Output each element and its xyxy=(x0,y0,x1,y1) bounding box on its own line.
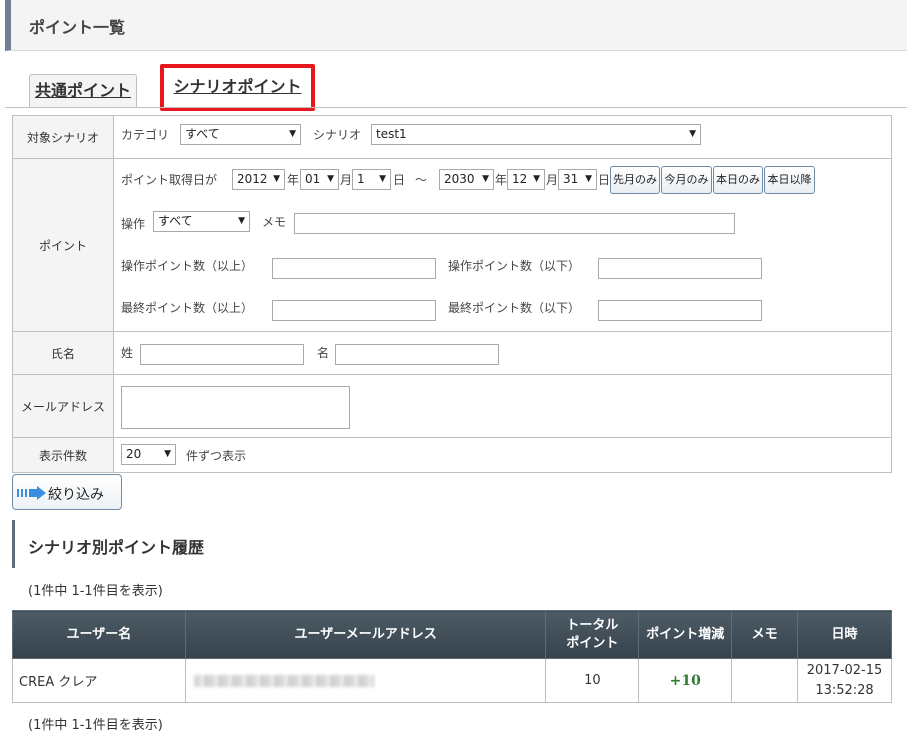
final-points-min-label: 最終ポイント数（以上） xyxy=(121,301,254,315)
tab-scenario-points[interactable]: シナリオポイント xyxy=(160,64,315,111)
memo-input[interactable] xyxy=(294,213,735,234)
last-name-input[interactable] xyxy=(140,344,304,365)
chevron-down-icon: ▼ xyxy=(533,174,540,184)
cell-memo xyxy=(731,658,799,703)
col-datetime: 日時 xyxy=(797,610,892,659)
final-points-max-input[interactable] xyxy=(598,300,762,321)
from-day-select[interactable]: 1 ▼ xyxy=(352,169,391,190)
this-month-button[interactable]: 今月のみ xyxy=(661,166,712,194)
col-point-delta: ポイント増減 xyxy=(638,610,733,659)
from-month-select[interactable]: 01 ▼ xyxy=(300,169,339,190)
chevron-down-icon: ▼ xyxy=(164,449,171,459)
page-title: ポイント一覧 xyxy=(29,18,126,37)
cell-total-points: 10 xyxy=(545,658,640,703)
scenario-row-value: カテゴリ すべて ▼ シナリオ test1 ▼ xyxy=(113,115,892,159)
today-only-button[interactable]: 本日のみ xyxy=(713,166,763,194)
chevron-down-icon: ▼ xyxy=(273,174,280,184)
category-label: カテゴリ xyxy=(121,128,170,142)
final-points-min-input[interactable] xyxy=(272,300,436,321)
name-row-value: 姓 名 xyxy=(113,331,892,375)
chevron-down-icon: ▼ xyxy=(689,129,696,139)
email-textarea[interactable] xyxy=(121,386,350,429)
display-count-row-value: 20 ▼ 件ずつ表示 xyxy=(113,437,892,473)
to-year-select[interactable]: 2030 ▼ xyxy=(439,169,494,190)
col-total-points: トータル ポイント xyxy=(545,610,640,659)
op-points-max-input[interactable] xyxy=(598,258,762,279)
final-points-max-label: 最終ポイント数（以下） xyxy=(448,301,581,315)
cell-datetime: 2017-02-15 13:52:28 xyxy=(797,658,892,703)
scenario-select[interactable]: test1 ▼ xyxy=(371,124,701,145)
results-header-row: ユーザー名 ユーザーメールアドレス トータル ポイント ポイント増減 メモ 日時 xyxy=(12,610,892,659)
section-title: シナリオ別ポイント履歴 xyxy=(28,538,205,557)
results-table: ユーザー名 ユーザーメールアドレス トータル ポイント ポイント増減 メモ 日時 … xyxy=(12,610,892,703)
scenario-label: シナリオ xyxy=(313,128,362,142)
category-select[interactable]: すべて ▼ xyxy=(180,124,301,145)
display-count-suffix: 件ずつ表示 xyxy=(186,449,247,463)
acquired-date-label: ポイント取得日が xyxy=(121,173,218,187)
arrow-right-icon xyxy=(17,486,46,500)
chevron-down-icon: ▼ xyxy=(289,129,296,139)
chevron-down-icon: ▼ xyxy=(585,174,592,184)
email-row-label: メールアドレス xyxy=(12,374,114,438)
operation-select[interactable]: すべて ▼ xyxy=(153,211,250,232)
search-form: 対象シナリオ カテゴリ すべて ▼ シナリオ test1 ▼ ポイント ポイント取得… xyxy=(12,115,892,473)
point-row-label: ポイント xyxy=(12,158,114,332)
tab-bar: 共通ポイント シナリオポイント xyxy=(0,64,907,111)
tab-divider xyxy=(5,107,907,108)
range-tilde: ～ xyxy=(415,173,428,187)
to-day-select[interactable]: 31 ▼ xyxy=(558,169,597,190)
table-row: CREA クレア 10 +10 2017-02-15 13:52:28 xyxy=(12,658,892,703)
year-unit: 年 xyxy=(287,173,300,187)
to-month-select[interactable]: 12 ▼ xyxy=(507,169,545,190)
cell-email xyxy=(184,658,547,703)
first-name-label: 名 xyxy=(317,346,330,360)
last-month-button[interactable]: 先月のみ xyxy=(610,166,660,194)
col-user-name: ユーザー名 xyxy=(12,610,186,659)
op-points-min-label: 操作ポイント数（以上） xyxy=(121,259,254,273)
op-points-min-input[interactable] xyxy=(272,258,436,279)
operation-label: 操作 xyxy=(121,217,146,231)
redacted-email xyxy=(193,674,374,687)
display-count-row-label: 表示件数 xyxy=(12,437,114,473)
op-points-max-label: 操作ポイント数（以下） xyxy=(448,259,581,273)
section-header: シナリオ別ポイント履歴 xyxy=(12,520,907,568)
first-name-input[interactable] xyxy=(335,344,499,365)
chevron-down-icon: ▼ xyxy=(482,174,489,184)
year-unit: 年 xyxy=(495,173,508,187)
tab-common-points[interactable]: 共通ポイント xyxy=(29,74,137,108)
cell-point-delta: +10 xyxy=(638,658,733,703)
month-unit: 月 xyxy=(546,173,559,187)
name-row-label: 氏名 xyxy=(12,331,114,375)
col-memo: メモ xyxy=(731,610,799,659)
result-count-bottom: (1件中 1-1件目を表示) xyxy=(28,718,163,733)
day-unit: 日 xyxy=(598,173,611,187)
display-count-select[interactable]: 20 ▼ xyxy=(121,444,176,465)
col-email: ユーザーメールアドレス xyxy=(184,610,547,659)
chevron-down-icon: ▼ xyxy=(379,174,386,184)
month-unit: 月 xyxy=(340,173,353,187)
cell-user-name: CREA クレア xyxy=(12,658,186,703)
today-onward-button[interactable]: 本日以降 xyxy=(764,166,815,194)
chevron-down-icon: ▼ xyxy=(327,174,334,184)
result-count-top: (1件中 1-1件目を表示) xyxy=(28,584,163,599)
page-header: ポイント一覧 xyxy=(5,0,907,51)
scenario-row-label: 対象シナリオ xyxy=(12,115,114,159)
last-name-label: 姓 xyxy=(121,346,134,360)
point-row-value: ポイント取得日が 2012 ▼ 年 01 ▼ 月 1 ▼ 日 ～ 2030 ▼ 年 12… xyxy=(113,158,892,332)
day-unit: 日 xyxy=(393,173,406,187)
memo-label: メモ xyxy=(262,215,287,229)
filter-button[interactable]: 絞り込み xyxy=(12,474,122,510)
from-year-select[interactable]: 2012 ▼ xyxy=(232,169,285,190)
filter-button-label: 絞り込み xyxy=(48,487,104,503)
chevron-down-icon: ▼ xyxy=(238,216,245,226)
email-row-value xyxy=(113,374,892,438)
